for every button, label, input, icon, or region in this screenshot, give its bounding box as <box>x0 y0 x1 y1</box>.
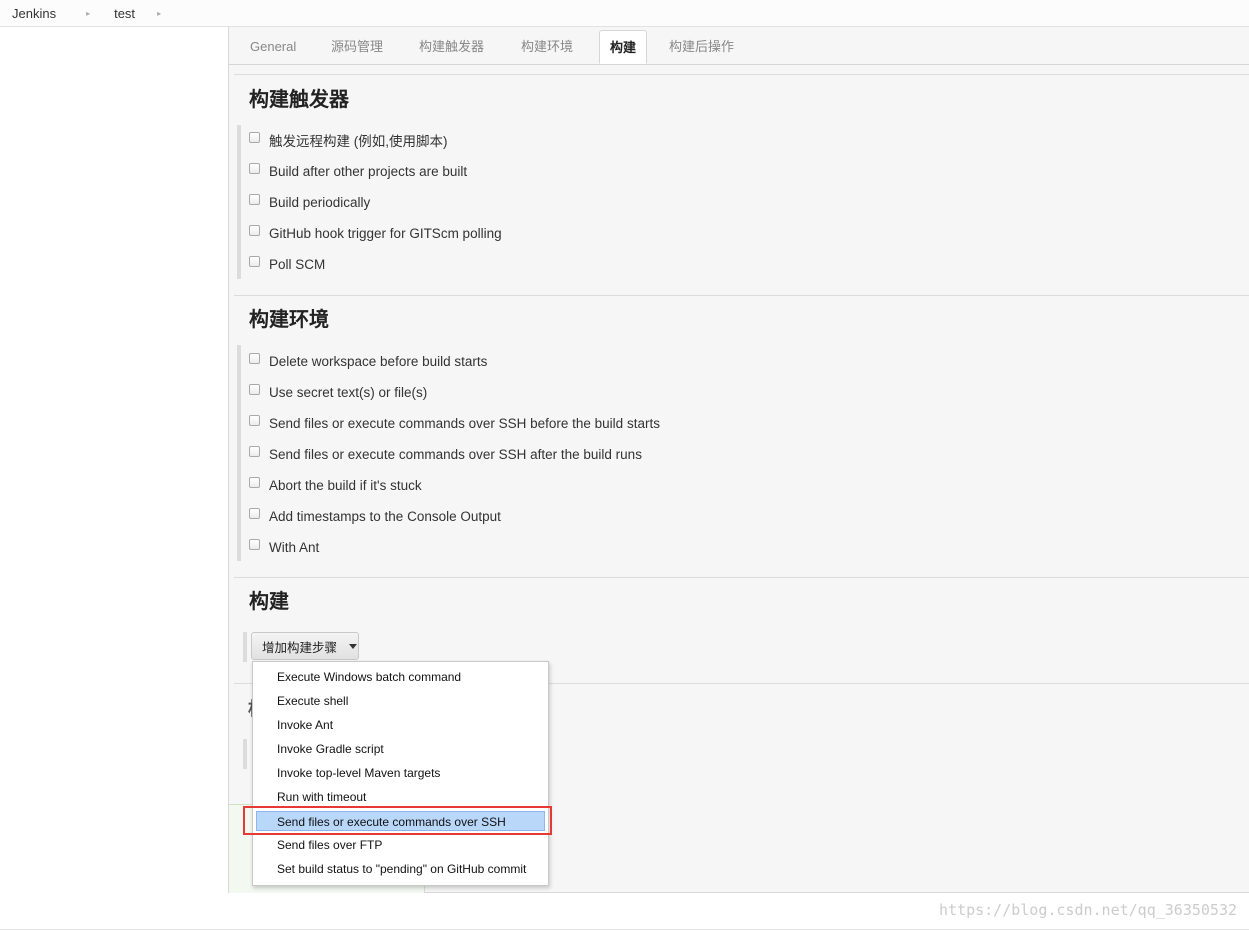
checkbox[interactable] <box>249 383 260 395</box>
tab-build[interactable]: 构建 <box>599 30 648 64</box>
checkbox-label: Add timestamps to the Console Output <box>269 508 501 524</box>
breadcrumb-jenkins-link[interactable]: Jenkins <box>0 6 56 21</box>
checkbox[interactable] <box>249 162 260 174</box>
menu-item-send-files-ftp[interactable]: Send files over FTP <box>253 833 548 857</box>
section-title-triggers: 构建触发器 <box>249 89 349 111</box>
group-indent-bar <box>243 632 247 662</box>
checkbox[interactable] <box>249 445 260 457</box>
checkbox[interactable] <box>249 255 260 267</box>
trigger-option[interactable]: GitHub hook trigger for GITScm polling <box>249 223 502 243</box>
menu-item-invoke-gradle[interactable]: Invoke Gradle script <box>253 737 548 761</box>
add-build-step-button[interactable]: 增加构建步骤 <box>251 632 359 660</box>
group-indent-bar <box>237 125 241 279</box>
section-divider <box>234 295 1249 296</box>
tab-post-build[interactable]: 构建后操作 <box>669 27 734 64</box>
checkbox-label: GitHub hook trigger for GITScm polling <box>269 225 502 241</box>
caret-down-icon <box>349 643 358 649</box>
menu-item-github-pending-status[interactable]: Set build status to "pending" on GitHub … <box>253 857 548 881</box>
checkbox-label: Build after other projects are built <box>269 163 468 179</box>
trigger-option[interactable]: Poll SCM <box>249 254 325 274</box>
environment-option[interactable]: Send files or execute commands over SSH … <box>249 413 660 433</box>
tab-general[interactable]: General <box>250 27 296 64</box>
section-title-environment: 构建环境 <box>249 309 329 331</box>
tab-build-triggers[interactable]: 构建触发器 <box>419 27 484 64</box>
footer-divider <box>0 929 1249 930</box>
section-divider <box>234 577 1249 578</box>
checkbox-label: With Ant <box>269 539 320 555</box>
breadcrumb-project-link[interactable]: test <box>102 6 135 21</box>
section-title-build: 构建 <box>249 591 289 613</box>
checkbox-label: Poll SCM <box>269 256 326 272</box>
environment-option[interactable]: Add timestamps to the Console Output <box>249 506 501 526</box>
group-indent-bar <box>243 739 247 769</box>
environment-option[interactable]: Delete workspace before build starts <box>249 351 487 371</box>
breadcrumb-separator-icon[interactable]: ▸ <box>86 9 90 18</box>
checkbox-label: Build periodically <box>269 194 371 210</box>
breadcrumb: Jenkins ▸ test ▸ <box>0 0 1249 27</box>
add-build-step-label: 增加构建步骤 <box>262 640 338 655</box>
menu-item-invoke-ant[interactable]: Invoke Ant <box>253 713 548 737</box>
config-tabbar: General 源码管理 构建触发器 构建环境 构建 构建后操作 <box>229 27 1249 65</box>
checkbox[interactable] <box>249 224 260 236</box>
checkbox[interactable] <box>249 476 260 488</box>
checkbox-label: Use secret text(s) or file(s) <box>269 384 428 400</box>
checkbox-label: Send files or execute commands over SSH … <box>269 446 642 462</box>
trigger-option[interactable]: Build periodically <box>249 192 370 212</box>
section-divider <box>234 74 1249 75</box>
environment-option[interactable]: Use secret text(s) or file(s) <box>249 382 427 402</box>
checkbox[interactable] <box>249 352 260 364</box>
checkbox-label: 触发远程构建 (例如,使用脚本) <box>269 134 448 149</box>
environment-option[interactable]: Send files or execute commands over SSH … <box>249 444 642 464</box>
build-step-menu: Execute Windows batch command Execute sh… <box>252 661 549 886</box>
environment-option[interactable]: Abort the build if it's stuck <box>249 475 422 495</box>
group-indent-bar <box>237 345 241 561</box>
breadcrumb-separator-icon[interactable]: ▸ <box>157 9 161 18</box>
menu-item-execute-shell[interactable]: Execute shell <box>253 689 548 713</box>
checkbox[interactable] <box>249 507 260 519</box>
tab-build-environment[interactable]: 构建环境 <box>521 27 573 64</box>
annotation-highlight-box <box>243 806 552 835</box>
checkbox[interactable] <box>249 131 260 143</box>
checkbox[interactable] <box>249 538 260 550</box>
menu-item-windows-batch[interactable]: Execute Windows batch command <box>253 665 548 689</box>
environment-option[interactable]: With Ant <box>249 537 319 557</box>
checkbox-label: Abort the build if it's stuck <box>269 477 422 493</box>
checkbox-label: Delete workspace before build starts <box>269 353 488 369</box>
menu-item-invoke-maven[interactable]: Invoke top-level Maven targets <box>253 761 548 785</box>
trigger-option[interactable]: 触发远程构建 (例如,使用脚本) <box>249 130 448 150</box>
checkbox[interactable] <box>249 414 260 426</box>
checkbox-label: Send files or execute commands over SSH … <box>269 415 660 431</box>
checkbox[interactable] <box>249 193 260 205</box>
watermark-text: https://blog.csdn.net/qq_36350532 <box>938 901 1237 919</box>
tab-source-management[interactable]: 源码管理 <box>331 27 383 64</box>
trigger-option[interactable]: Build after other projects are built <box>249 161 467 181</box>
